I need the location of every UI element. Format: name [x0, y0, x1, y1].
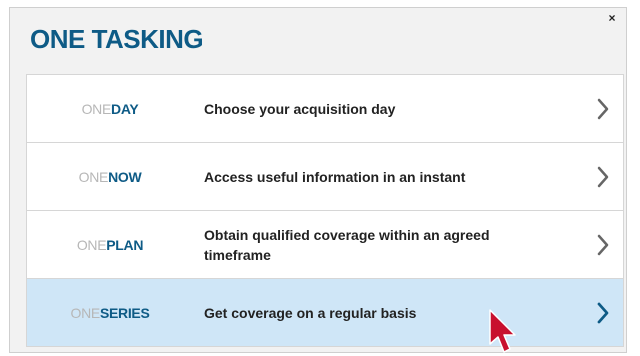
option-brand: ONE PLAN — [27, 211, 193, 278]
option-description: Choose your acquisition day — [204, 100, 396, 117]
option-row-plan[interactable]: ONE PLAN Obtain qualified coverage within… — [26, 211, 624, 279]
option-description: Access useful information in an instant — [204, 168, 466, 185]
brand-prefix: ONE — [81, 100, 112, 117]
chevron-right-icon — [597, 234, 609, 255]
chevron-right-icon — [597, 98, 609, 119]
close-icon[interactable]: × — [606, 12, 618, 24]
dialog-title: ONE TASKING — [30, 24, 204, 54]
brand-name: SERIES — [99, 304, 150, 321]
brand-prefix: ONE — [76, 236, 107, 253]
brand-name: NOW — [108, 168, 142, 185]
option-brand: ONE NOW — [27, 143, 193, 210]
option-brand: ONE DAY — [27, 75, 193, 142]
one-tasking-dialog: × ONE TASKING ONE DAY Choose your acquisi… — [9, 7, 627, 353]
mouse-pointer-icon — [489, 309, 516, 353]
option-description: Obtain qualified coverage within an agre… — [204, 226, 490, 263]
chevron-right-icon — [597, 302, 609, 323]
option-row-now[interactable]: ONE NOW Access useful information in an i… — [26, 143, 624, 211]
brand-name: PLAN — [106, 236, 144, 253]
option-row-series[interactable]: ONE SERIES Get coverage on a regular basi… — [26, 279, 624, 347]
chevron-right-icon — [597, 166, 609, 187]
tasking-options-list: ONE DAY Choose your acquisition day ONE NO… — [26, 74, 624, 347]
brand-name: DAY — [111, 100, 139, 117]
brand-prefix: ONE — [78, 168, 109, 185]
option-row-day[interactable]: ONE DAY Choose your acquisition day — [26, 75, 624, 143]
option-description: Get coverage on a regular basis — [204, 304, 417, 321]
option-brand: ONE SERIES — [27, 279, 193, 346]
brand-prefix: ONE — [70, 304, 100, 321]
